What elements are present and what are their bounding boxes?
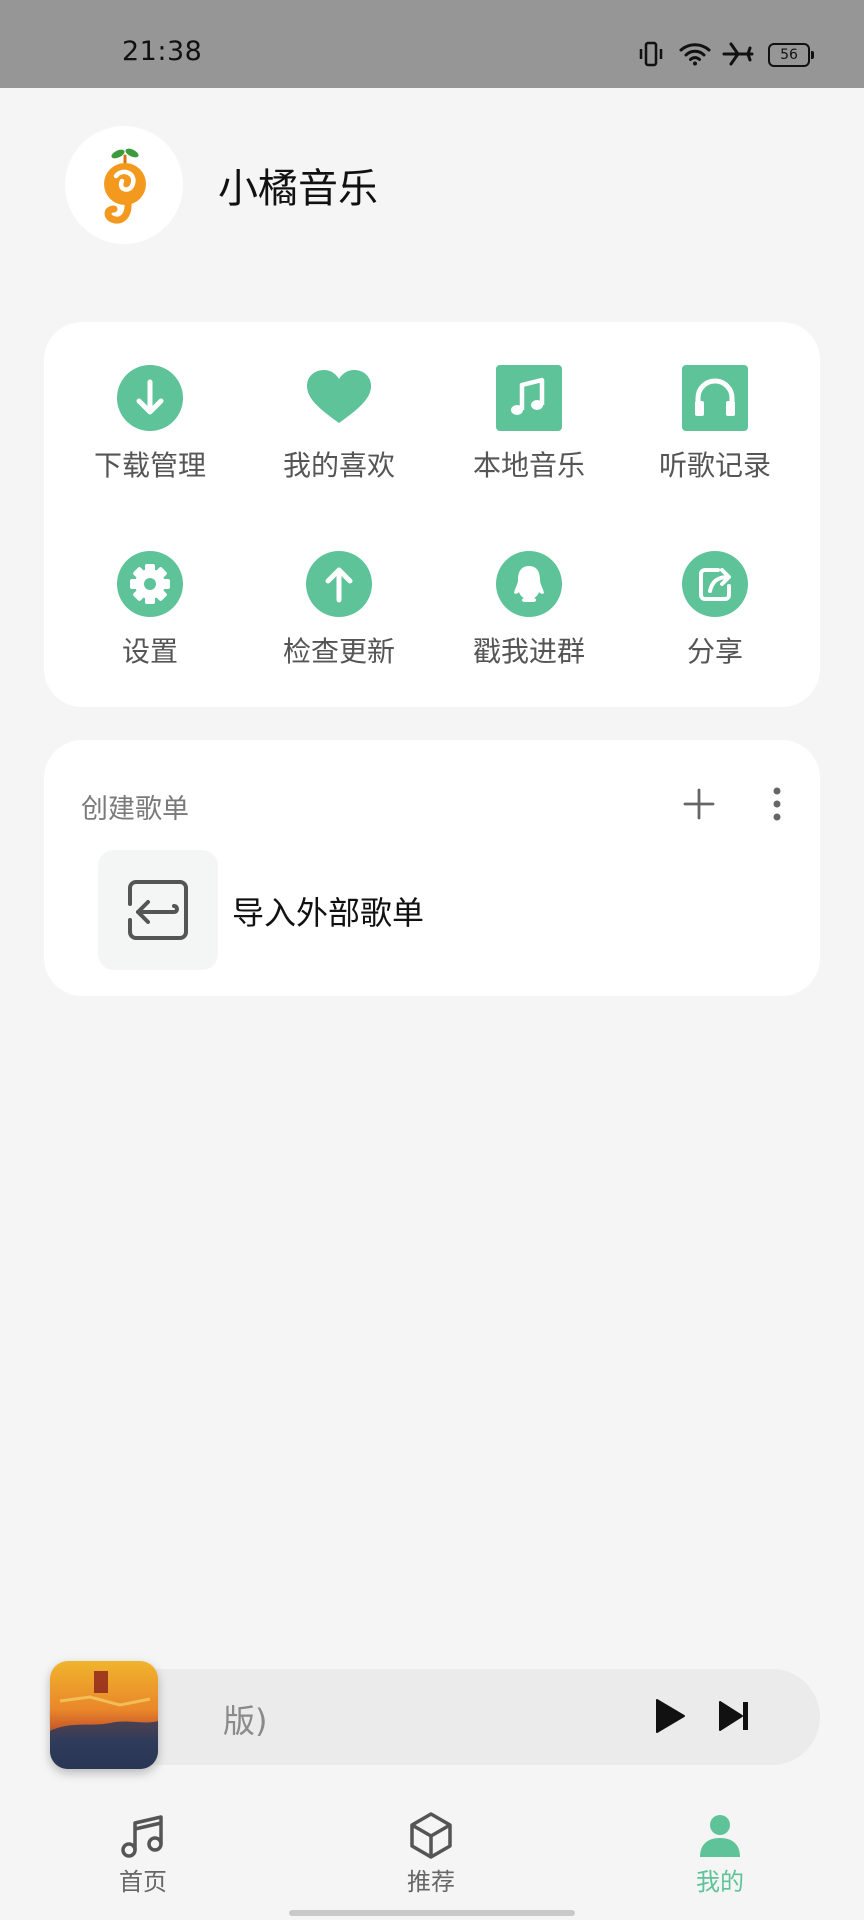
nav-mine[interactable]: 我的	[660, 1810, 780, 1896]
qq-icon	[496, 551, 562, 617]
download-manager-label: 下载管理	[93, 449, 206, 482]
battery-indicator: 56	[768, 43, 814, 67]
gear-icon	[117, 551, 183, 617]
vibrate-icon	[639, 41, 663, 67]
status-time: 21:38	[122, 36, 203, 67]
wifi-icon	[679, 43, 711, 66]
quick-actions-card: 下载管理 我的喜欢 本地音乐 听歌记录 设置 检查更新 戳我进群 分享	[44, 322, 820, 707]
listen-history-label: 听歌记录	[658, 449, 771, 482]
skip-next-icon[interactable]	[716, 1698, 752, 1734]
import-icon	[128, 880, 188, 940]
listen-history-button[interactable]: 听歌记录	[625, 365, 805, 483]
nav-home-label: 首页	[119, 1868, 167, 1896]
download-manager-button[interactable]: 下载管理	[60, 365, 240, 483]
check-update-label: 检查更新	[282, 635, 395, 668]
track-title[interactable]: 版)	[223, 1696, 268, 1742]
person-icon	[700, 1815, 740, 1857]
playlists-card: 创建歌单 导入外部歌单	[44, 740, 820, 996]
check-update-button[interactable]: 检查更新	[249, 551, 429, 669]
album-cover-image	[50, 1661, 158, 1769]
play-icon[interactable]	[648, 1696, 688, 1736]
heart-icon	[307, 370, 371, 423]
share-label: 分享	[686, 635, 743, 668]
join-group-button[interactable]: 戳我进群	[439, 551, 619, 669]
upload-icon	[306, 551, 372, 617]
settings-label: 设置	[121, 635, 178, 668]
music-notes-icon	[121, 1815, 163, 1858]
app-logo[interactable]	[65, 126, 183, 244]
my-favorites-label: 我的喜欢	[282, 449, 395, 482]
airplane-mode-icon	[722, 42, 754, 66]
plus-icon[interactable]	[681, 786, 717, 822]
import-playlist-button[interactable]	[98, 850, 218, 970]
nav-recommend[interactable]: 推荐	[371, 1810, 491, 1896]
download-icon	[117, 365, 183, 431]
nav-home[interactable]: 首页	[83, 1810, 203, 1896]
import-playlist-label[interactable]: 导入外部歌单	[232, 888, 424, 934]
my-favorites-button[interactable]: 我的喜欢	[249, 365, 429, 483]
join-group-label: 戳我进群	[472, 635, 585, 668]
local-music-label: 本地音乐	[472, 449, 585, 482]
settings-button[interactable]: 设置	[60, 551, 240, 669]
section-title: 创建歌单	[81, 794, 189, 825]
local-music-button[interactable]: 本地音乐	[439, 365, 619, 483]
headphones-icon	[682, 365, 748, 431]
app-title: 小橘音乐	[218, 166, 378, 212]
mini-player[interactable]	[49, 1669, 820, 1765]
album-art[interactable]	[50, 1661, 158, 1769]
nav-mine-label: 我的	[696, 1868, 744, 1896]
share-icon	[682, 551, 748, 617]
music-note-icon	[496, 365, 562, 431]
cube-icon	[410, 1812, 452, 1859]
more-vertical-icon[interactable]	[763, 786, 791, 822]
home-indicator[interactable]	[289, 1910, 575, 1916]
nav-recommend-label: 推荐	[407, 1868, 455, 1896]
share-button[interactable]: 分享	[625, 551, 805, 669]
orange-music-note-logo	[104, 148, 146, 224]
